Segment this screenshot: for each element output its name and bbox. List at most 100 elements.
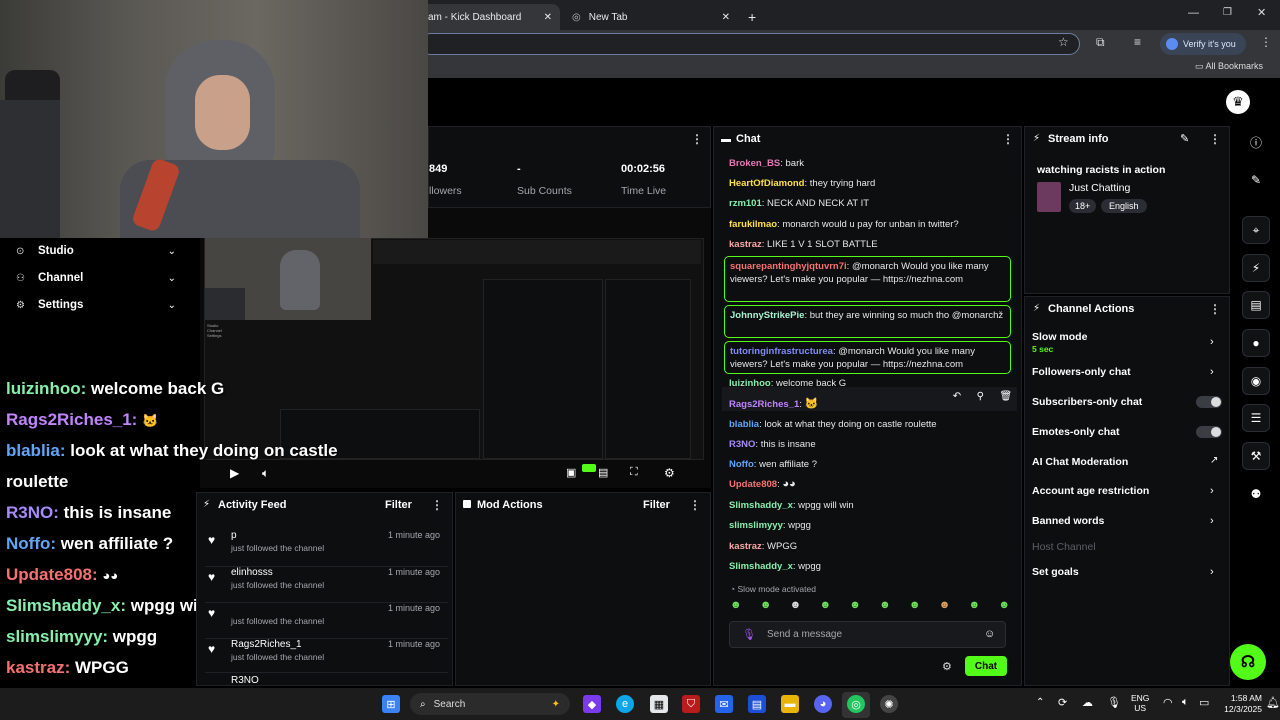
more-icon[interactable]: ⋮: [1209, 302, 1221, 316]
followers-only-item[interactable]: Followers-only chat: [1032, 366, 1131, 378]
pip-icon[interactable]: ▣: [566, 466, 576, 479]
ai-moderation-item[interactable]: AI Chat Moderation: [1032, 456, 1128, 468]
follower-name[interactable]: R3NO: [231, 675, 259, 686]
fullscreen-icon[interactable]: ⛶: [630, 466, 638, 479]
discord-icon[interactable]: ◕: [814, 695, 832, 713]
chat-username[interactable]: tutoringinfrastructurea: [730, 346, 833, 357]
language-indicator[interactable]: ENG US: [1131, 693, 1149, 713]
wifi-icon[interactable]: ◠: [1163, 696, 1173, 709]
gear-icon[interactable]: ⚙: [942, 660, 952, 673]
flagged-message[interactable]: JohnnyStrikePie: but they are winning so…: [724, 305, 1011, 338]
new-tab-button[interactable]: +: [748, 4, 762, 30]
play-icon[interactable]: ▶: [230, 466, 239, 480]
send-chat-button[interactable]: Chat: [965, 656, 1007, 676]
chevron-right-icon[interactable]: ›: [1210, 515, 1214, 527]
taskbar-search[interactable]: ⌕ Search ✦: [410, 693, 570, 715]
emote-icon[interactable]: ☻: [969, 599, 981, 615]
subscribers-only-toggle[interactable]: [1196, 396, 1222, 408]
emotes-only-toggle[interactable]: [1196, 426, 1222, 438]
emote-icon[interactable]: ☻: [998, 599, 1010, 615]
chat-username[interactable]: kastraz: [729, 239, 762, 250]
filter-button[interactable]: Filter: [643, 499, 670, 511]
follower-name[interactable]: Rags2Riches_1: [231, 639, 302, 650]
more-icon[interactable]: ⋮: [689, 498, 701, 512]
cloud-icon[interactable]: ☁: [1082, 696, 1093, 709]
message-input[interactable]: 🎙︎ Send a message ☺: [729, 621, 1006, 648]
profile-avatar[interactable]: ♛: [1226, 90, 1250, 114]
emoji-icon[interactable]: ☺: [984, 628, 995, 640]
emote-icon[interactable]: ☻: [849, 599, 861, 615]
chevron-right-icon[interactable]: ›: [1210, 336, 1214, 348]
pencil-icon[interactable]: ✎: [1242, 166, 1270, 194]
close-window-icon[interactable]: ✕: [1257, 6, 1266, 19]
users-icon[interactable]: ⚉: [1242, 480, 1270, 508]
chat-username[interactable]: R3NO: [729, 439, 755, 450]
sync-icon[interactable]: ⟳: [1058, 696, 1067, 709]
emote-icon[interactable]: ☻: [790, 599, 802, 615]
sidebar-item-settings[interactable]: ⚙ Settings ⌄: [16, 299, 194, 311]
filter-button[interactable]: Filter: [385, 499, 412, 511]
windows-start-icon[interactable]: ⊞: [382, 695, 400, 713]
trash-icon[interactable]: 🗑︎: [1000, 391, 1013, 402]
pin-icon[interactable]: ⚲: [977, 391, 984, 402]
account-age-item[interactable]: Account age restriction: [1032, 485, 1149, 497]
chat-username[interactable]: squarepantinghyjqtuvrn7i: [730, 261, 847, 272]
more-icon[interactable]: ⋮: [1002, 132, 1014, 146]
chat-username[interactable]: farukilmao: [729, 219, 777, 230]
sidebar-item-studio[interactable]: ⊙ Studio ⌄: [16, 245, 194, 257]
emote-icon[interactable]: ☻: [760, 599, 772, 615]
mic-icon[interactable]: 🎙︎: [1107, 696, 1121, 709]
slow-mode-item[interactable]: Slow mode: [1032, 331, 1087, 343]
edge-icon[interactable]: e: [616, 695, 634, 713]
volume-icon[interactable]: 🔈︎: [262, 466, 269, 481]
chat-username[interactable]: Rags2Riches_1: [729, 399, 799, 410]
close-tab-icon[interactable]: ✕: [722, 12, 730, 23]
follower-name[interactable]: p: [231, 530, 237, 541]
copilot-icon[interactable]: ◆: [583, 695, 601, 713]
clock[interactable]: 1:58 AM 12/3/2025: [1222, 693, 1262, 715]
chevron-up-icon[interactable]: ⌃: [1036, 697, 1044, 708]
chat-username[interactable]: rzm101: [729, 198, 762, 209]
close-tab-icon[interactable]: ✕: [544, 12, 552, 23]
set-goals-item[interactable]: Set goals: [1032, 566, 1079, 578]
banned-words-item[interactable]: Banned words: [1032, 515, 1104, 527]
folder-icon[interactable]: ▬: [781, 695, 799, 713]
category-name[interactable]: Just Chatting: [1069, 182, 1130, 194]
gear-icon[interactable]: ⚙: [664, 466, 675, 480]
flagged-message[interactable]: squarepantinghyjqtuvrn7i: @monarch Would…: [724, 256, 1011, 302]
category-thumbnail[interactable]: [1037, 182, 1061, 212]
outlook-icon[interactable]: ✉: [715, 695, 733, 713]
chevron-right-icon[interactable]: ›: [1210, 366, 1214, 378]
emotes-only-item[interactable]: Emotes-only chat: [1032, 426, 1120, 438]
chrome-icon[interactable]: ◎: [847, 695, 865, 713]
notification-icon[interactable]: 🔔︎: [1266, 696, 1280, 709]
sidebar-item-channel[interactable]: ⚇ Channel ⌄: [16, 272, 194, 284]
shield-app-icon[interactable]: ⛉: [682, 695, 700, 713]
chat-username[interactable]: blablia: [729, 419, 759, 430]
microphone-icon[interactable]: 🎙︎: [742, 628, 756, 641]
battery-icon[interactable]: ▭: [1199, 696, 1209, 709]
media-icon[interactable]: ≡: [1134, 35, 1141, 49]
follower-name[interactable]: elinhosss: [231, 567, 273, 578]
chat-username[interactable]: kastraz: [729, 541, 762, 552]
info-icon[interactable]: ⓘ: [1242, 128, 1270, 156]
minimize-icon[interactable]: —: [1188, 7, 1199, 19]
bolt-icon[interactable]: ⚡︎: [1242, 254, 1270, 282]
chat-username[interactable]: Slimshaddy_x: [729, 561, 793, 572]
layout-icon[interactable]: ☰: [1242, 404, 1270, 432]
chat-username[interactable]: slimslimyyy: [729, 520, 783, 531]
undo-icon[interactable]: ↶: [953, 391, 961, 402]
more-icon[interactable]: ⋮: [1209, 132, 1221, 146]
more-icon[interactable]: ⋮: [691, 132, 703, 146]
theater-icon[interactable]: ▤: [598, 466, 608, 479]
chat-username[interactable]: Broken_BS: [729, 158, 780, 169]
clip-icon[interactable]: ⌖: [1242, 216, 1270, 244]
emote-icon[interactable]: ☻: [879, 599, 891, 615]
subscribers-only-item[interactable]: Subscribers-only chat: [1032, 396, 1142, 408]
menu-icon[interactable]: ⋮: [1260, 35, 1272, 49]
chevron-right-icon[interactable]: ›: [1210, 485, 1214, 497]
emote-icon[interactable]: ☻: [909, 599, 921, 615]
chat-username[interactable]: Noffo: [729, 459, 754, 470]
support-button[interactable]: ☊: [1230, 644, 1266, 680]
chat-username[interactable]: JohnnyStrikePie: [730, 310, 804, 321]
